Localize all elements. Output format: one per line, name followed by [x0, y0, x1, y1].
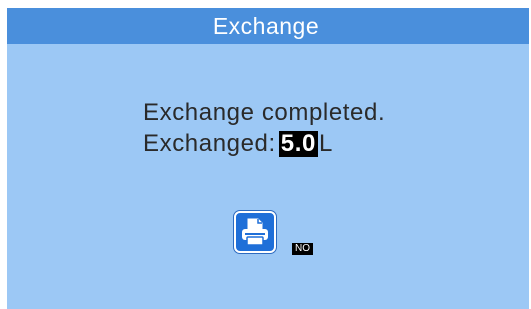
completion-text: Exchange completed. [143, 99, 386, 126]
exchanged-label: Exchanged: [143, 130, 276, 157]
print-state-badge: NO [292, 243, 313, 255]
page-title: Exchange [212, 12, 320, 39]
title-bar: Exchange [7, 8, 529, 44]
exchanged-value: 5.0 [278, 130, 318, 157]
status-message: Exchange completed. Exchanged: 5.0 L [143, 97, 385, 159]
exchange-screen: Exchange Exchange completed. Exchanged: 5… [7, 8, 529, 309]
print-button[interactable] [234, 211, 276, 253]
exchanged-line: Exchanged: 5.0 L [143, 128, 385, 159]
printer-icon [242, 218, 268, 246]
exchanged-unit: L [318, 130, 333, 157]
